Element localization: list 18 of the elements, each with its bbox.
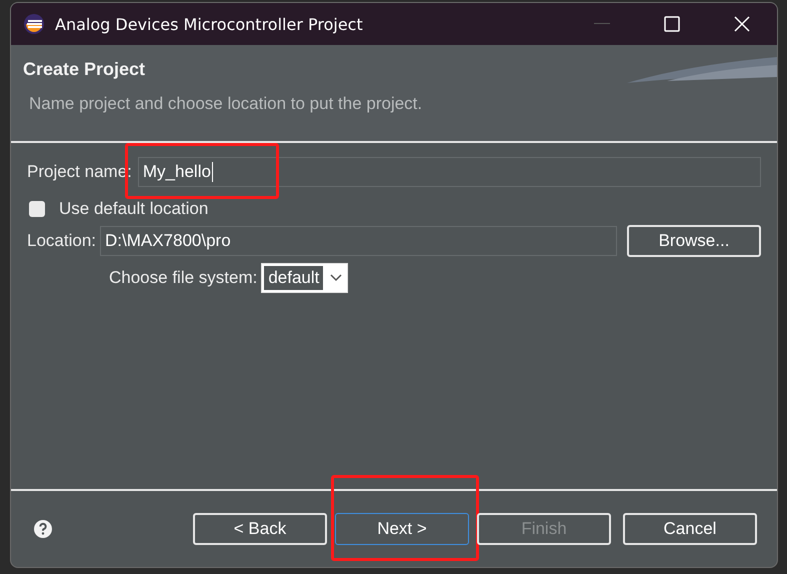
app-logo-icon <box>23 13 45 35</box>
location-label: Location: <box>27 231 96 251</box>
wizard-button[interactable]: Next > <box>335 513 469 545</box>
wizard-button[interactable]: Cancel <box>623 513 757 545</box>
maximize-icon[interactable] <box>664 16 680 32</box>
file-system-dropdown[interactable]: default <box>261 263 348 293</box>
wizard-button[interactable]: < Back <box>193 513 327 545</box>
page-description: Name project and choose location to put the project. <box>29 94 424 114</box>
window-title: Analog Devices Microcontroller Project <box>55 14 364 34</box>
location-field[interactable]: D:\MAX7800\pro <box>100 226 617 256</box>
project-name-field[interactable]: My_hello <box>138 157 761 187</box>
file-system-label: Choose file system: <box>109 268 258 288</box>
help-icon[interactable] <box>33 519 53 539</box>
close-icon[interactable] <box>734 16 750 32</box>
default-location-checkbox[interactable] <box>29 201 45 217</box>
page-title: Create Project <box>23 59 146 80</box>
default-location-label: Use default location <box>59 199 208 219</box>
browse-button[interactable]: Browse... <box>627 225 761 257</box>
